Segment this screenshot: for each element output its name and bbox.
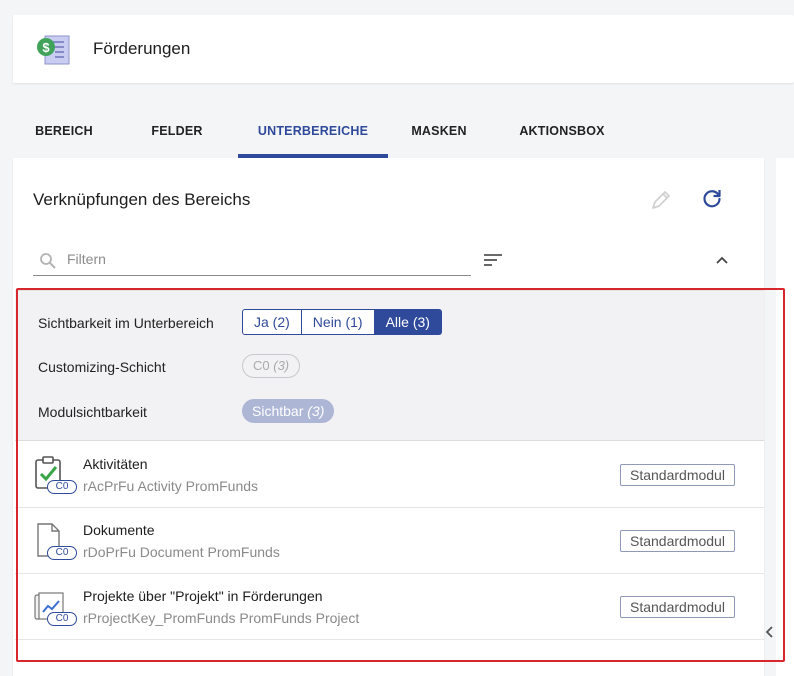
svg-text:$: $ <box>42 40 50 55</box>
list-item[interactable]: C0 Projekte über "Projekt" in Förderunge… <box>15 574 764 640</box>
refresh-icon[interactable] <box>700 187 724 211</box>
list-item-subtitle: rDoPrFu Document PromFunds <box>83 544 280 560</box>
module-badge: Standardmodul <box>620 464 735 486</box>
module-chip-count: (3) <box>307 403 325 419</box>
tab-bereich[interactable]: BEREICH <box>25 112 103 158</box>
filter-section: Sichtbarkeit im Unterbereich Ja (2) Nein… <box>15 290 764 441</box>
module-visibility-label: Modulsichtbarkeit <box>38 404 147 420</box>
money-document-icon: $ <box>33 30 73 70</box>
layer-badge: C0 <box>47 612 77 626</box>
module-badge: Standardmodul <box>620 530 735 552</box>
page-header: $ Förderungen <box>13 15 794 83</box>
tab-felder[interactable]: FELDER <box>135 112 219 158</box>
tab-masken[interactable]: MASKEN <box>397 112 481 158</box>
layer-badge: C0 <box>47 480 77 494</box>
module-visibility-chip[interactable]: Sichtbar (3) <box>242 399 335 423</box>
tab-aktionsbox[interactable]: AKTIONSBOX <box>507 112 617 158</box>
sort-icon[interactable] <box>483 250 503 270</box>
links-panel: Verknüpfungen des Bereichs Filtern Sicht… <box>13 158 764 676</box>
module-badge: Standardmodul <box>620 596 735 618</box>
customizing-chip-label: C0 <box>253 358 270 373</box>
tab-unterbereiche[interactable]: UNTERBEREICHE <box>238 112 388 158</box>
project-chart-icon: C0 <box>33 588 77 628</box>
list-item[interactable]: C0 Aktivitäten rAcPrFu Activity PromFund… <box>15 442 764 508</box>
list-item-title: Aktivitäten <box>83 456 148 472</box>
panel-title: Verknüpfungen des Bereichs <box>33 190 251 209</box>
clipboard-check-icon: C0 <box>33 456 77 496</box>
customizing-chip-count: (3) <box>273 358 290 373</box>
module-chip-label: Sichtbar <box>252 403 304 419</box>
chevron-up-icon[interactable] <box>713 251 731 269</box>
customizing-label: Customizing-Schicht <box>38 359 166 375</box>
filter-input[interactable] <box>67 248 457 270</box>
visibility-option-alle[interactable]: Alle (3) <box>374 309 442 335</box>
list-item[interactable]: C0 Dokumente rDoPrFu Document PromFunds … <box>15 508 764 574</box>
list-item-subtitle: rProjectKey_PromFunds PromFunds Project <box>83 610 360 626</box>
tab-bar: BEREICH FELDER UNTERBEREICHE MASKEN AKTI… <box>13 112 794 158</box>
layer-badge: C0 <box>47 546 77 560</box>
visibility-option-nein[interactable]: Nein (1) <box>301 309 375 335</box>
list-item-title: Dokumente <box>83 522 155 538</box>
search-icon <box>39 252 57 270</box>
chevron-left-icon[interactable] <box>764 624 776 640</box>
list-item-subtitle: rAcPrFu Activity PromFunds <box>83 478 259 494</box>
list-item-title: Projekte über "Projekt" in Förderungen <box>83 588 323 604</box>
customizing-chip[interactable]: C0 (3) <box>242 354 301 378</box>
filter-field <box>33 244 471 276</box>
side-panel <box>776 158 794 676</box>
visibility-segmented-control: Ja (2) Nein (1) Alle (3) <box>242 309 442 335</box>
visibility-label: Sichtbarkeit im Unterbereich <box>38 315 214 331</box>
visibility-option-ja[interactable]: Ja (2) <box>242 309 302 335</box>
document-icon: C0 <box>33 522 77 562</box>
edit-icon[interactable] <box>649 188 673 212</box>
page-title: Förderungen <box>93 39 191 58</box>
